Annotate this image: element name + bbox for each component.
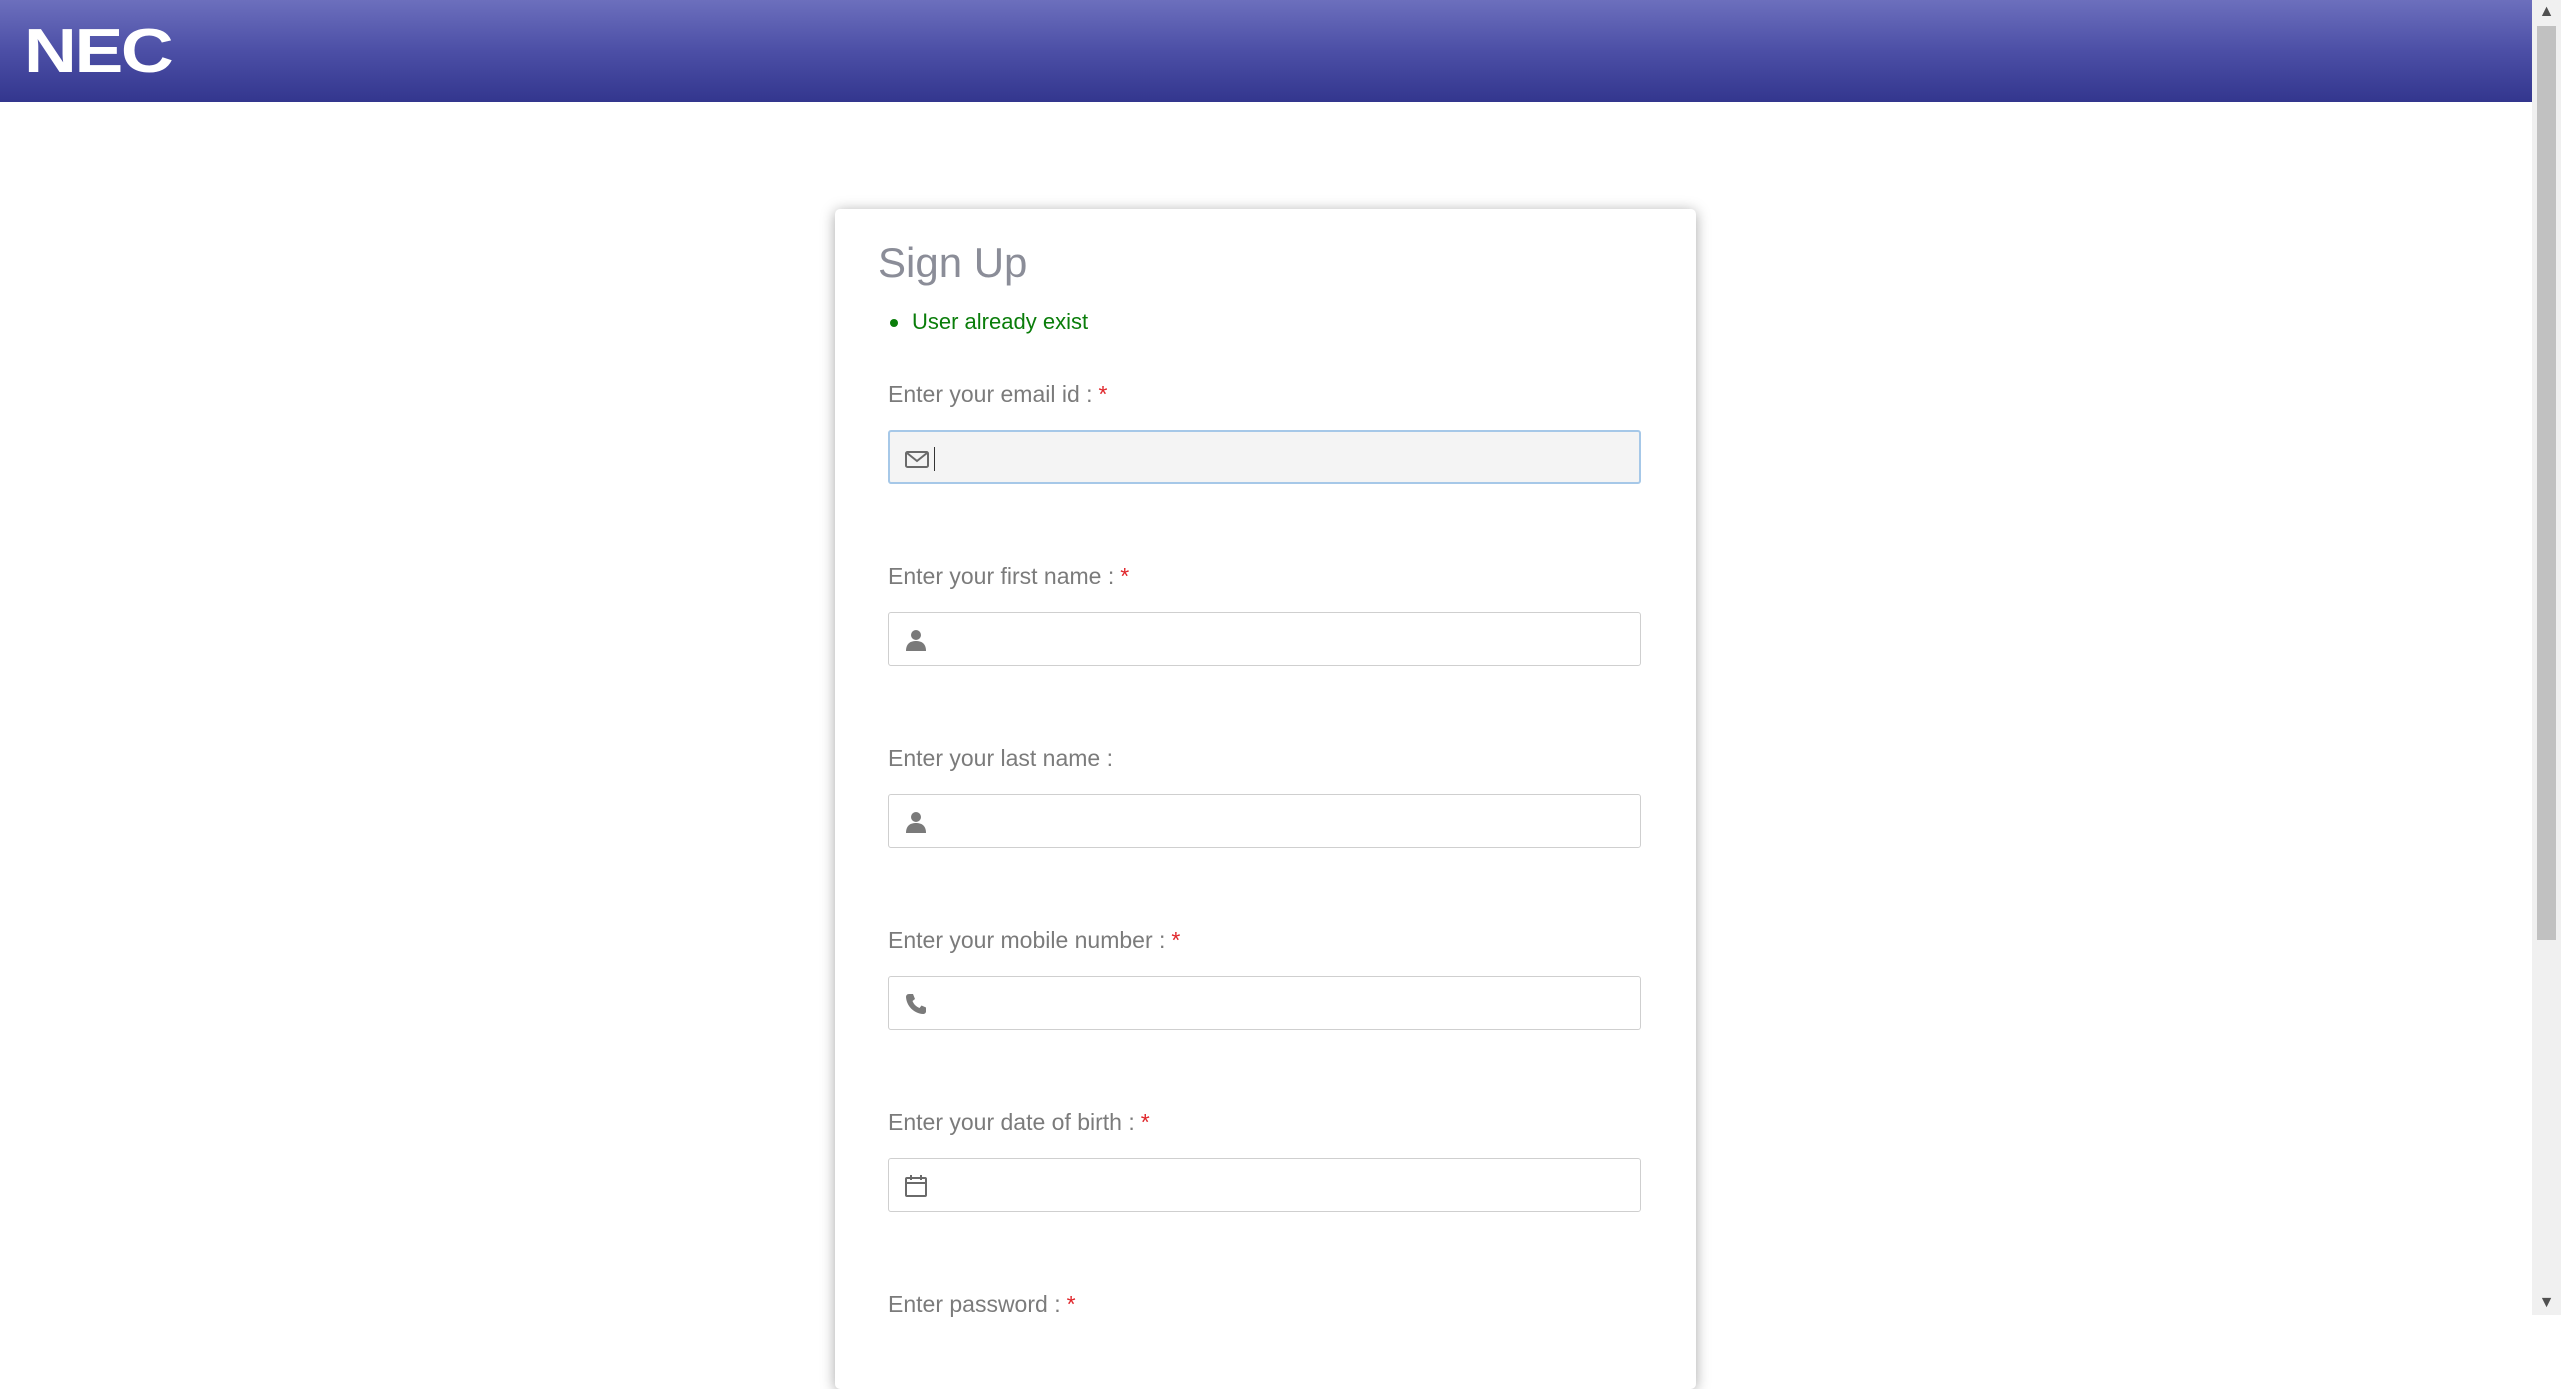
required-marker: *	[1066, 1291, 1076, 1317]
first-name-field[interactable]	[888, 612, 1641, 666]
envelope-icon	[905, 451, 929, 468]
form-messages: User already exist	[890, 309, 1088, 335]
email-label: Enter your email id : *	[888, 381, 1107, 408]
email-label-text: Enter your email id :	[888, 381, 1093, 407]
signup-card: Sign Up User already exist Enter your em…	[835, 209, 1696, 1389]
header-bar: NEC	[0, 0, 2532, 102]
user-icon	[906, 630, 926, 651]
last-name-label: Enter your last name :	[888, 745, 1113, 772]
mobile-label: Enter your mobile number : *	[888, 927, 1180, 954]
required-marker: *	[1098, 381, 1108, 407]
email-input[interactable]	[934, 438, 1628, 480]
dob-label-text: Enter your date of birth :	[888, 1109, 1135, 1135]
last-name-label-text: Enter your last name :	[888, 745, 1113, 771]
first-name-input[interactable]	[933, 619, 1627, 661]
dob-label: Enter your date of birth : *	[888, 1109, 1150, 1136]
mobile-input[interactable]	[933, 983, 1627, 1025]
message-item: User already exist	[890, 309, 1088, 335]
first-name-label: Enter your first name : *	[888, 563, 1129, 590]
password-label: Enter password : *	[888, 1291, 1076, 1318]
mobile-field[interactable]	[888, 976, 1641, 1030]
dob-field[interactable]	[888, 1158, 1641, 1212]
required-marker: *	[1171, 927, 1181, 953]
required-marker: *	[1140, 1109, 1150, 1135]
last-name-input[interactable]	[933, 801, 1627, 843]
vertical-scrollbar[interactable]: ▲ ▼	[2532, 0, 2561, 1315]
last-name-field[interactable]	[888, 794, 1641, 848]
mobile-label-text: Enter your mobile number :	[888, 927, 1166, 953]
nec-logo[interactable]: NEC	[24, 21, 174, 83]
scroll-down-arrow-icon[interactable]: ▼	[2532, 1291, 2561, 1315]
calendar-icon	[905, 1175, 927, 1197]
page-title: Sign Up	[878, 239, 1028, 286]
dob-input[interactable]	[933, 1165, 1627, 1207]
scroll-thumb[interactable]	[2537, 26, 2556, 940]
phone-icon	[906, 994, 926, 1014]
first-name-label-text: Enter your first name :	[888, 563, 1115, 589]
scroll-up-arrow-icon[interactable]: ▲	[2532, 0, 2561, 24]
user-icon	[906, 812, 926, 833]
password-label-text: Enter password :	[888, 1291, 1061, 1317]
required-marker: *	[1120, 563, 1130, 589]
email-field[interactable]	[888, 430, 1641, 484]
